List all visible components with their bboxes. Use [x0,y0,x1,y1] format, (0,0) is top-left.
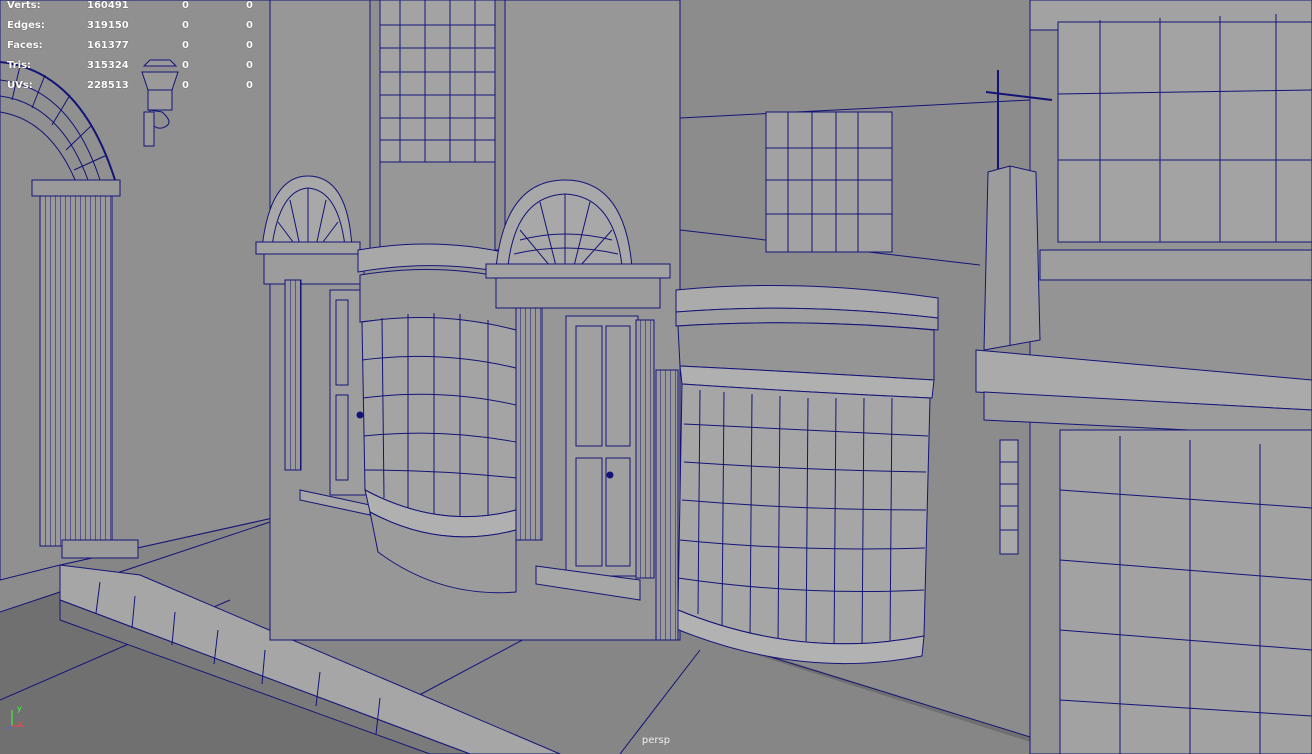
pilaster-left [369,0,381,251]
hud-row-faces: Faces: 161377 0 0 [0,40,270,60]
street-scene-wireframe[interactable] [0,0,1312,754]
hud-label: Verts: [7,0,41,11]
hud-selected-count: 0 [182,80,189,91]
poly-count-hud: Verts: 160491 0 0 Edges: 319150 0 0 Face… [0,0,270,100]
hud-label: UVs: [7,80,33,91]
hud-selected-components-count: 0 [246,40,253,51]
right-bay-window [673,285,939,665]
left-column-base [61,539,139,559]
hud-selected-components-count: 0 [246,80,253,91]
hud-total-count: 160491 [87,0,129,11]
axis-x-label: x [18,719,23,728]
hud-selected-components-count: 0 [246,20,253,31]
hud-row-verts: Verts: 160491 0 0 [0,0,270,20]
hud-selected-count: 0 [182,0,189,11]
hud-row-uvs: UVs: 228513 0 0 [0,80,270,100]
hud-selected-components-count: 0 [246,60,253,71]
camera-name-label: persp [641,735,671,746]
hud-selected-count: 0 [182,20,189,31]
hud-total-count: 228513 [87,80,129,91]
hud-label: Faces: [7,40,43,51]
hud-total-count: 315324 [87,60,129,71]
persp-viewport[interactable]: Verts: 160491 0 0 Edges: 319150 0 0 Face… [0,0,1312,754]
hud-selected-count: 0 [182,60,189,71]
hud-label: Edges: [7,20,45,31]
mid-upper-window [765,111,893,253]
hud-selected-count: 0 [182,40,189,51]
hud-row-tris: Tris: 315324 0 0 [0,60,270,80]
hud-selected-components-count: 0 [246,0,253,11]
right-upper-window [1057,14,1312,243]
upper-center-window [379,0,496,163]
hud-row-edges: Edges: 319150 0 0 [0,20,270,40]
hud-label: Tris: [7,60,32,71]
hud-total-count: 319150 [87,20,129,31]
right-shopfront [975,349,1312,754]
left-bay-window [357,243,517,594]
left-column-shaft [39,195,113,547]
axis-y-label: y [17,704,22,713]
pilaster-right [494,0,506,251]
left-column-capital [31,179,121,197]
hud-total-count: 161377 [87,40,129,51]
view-axis-indicator: y x [4,704,26,730]
